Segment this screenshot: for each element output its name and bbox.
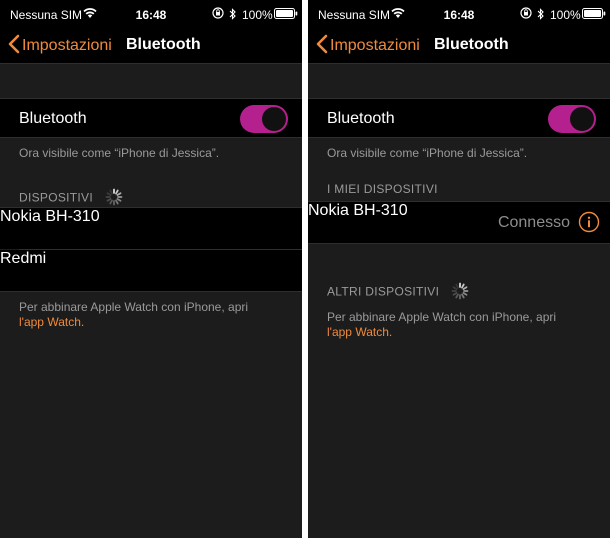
rotation-lock-icon bbox=[212, 7, 224, 22]
my-devices-section-header: I MIEI DISPOSITIVI bbox=[327, 182, 438, 196]
section-header-label: DISPOSITIVI bbox=[19, 190, 93, 205]
rotation-lock-icon bbox=[520, 7, 532, 22]
status-bar: Nessuna SIM 16:48 100% bbox=[308, 0, 610, 28]
device-row-nokia[interactable]: Nokia BH-310 bbox=[0, 208, 302, 249]
chevron-left-icon bbox=[8, 34, 20, 59]
toggle-knob bbox=[262, 107, 286, 131]
visibility-note: Ora visibile come “iPhone di Jessica”. bbox=[327, 146, 528, 160]
connection-status: Connesso bbox=[497, 214, 570, 231]
divider bbox=[308, 243, 610, 244]
watch-app-link[interactable]: l'app Watch. bbox=[19, 315, 288, 330]
navigation-bar: Impostazioni Bluetooth bbox=[308, 28, 610, 64]
bluetooth-row: Bluetooth bbox=[0, 98, 302, 138]
bluetooth-icon bbox=[229, 8, 237, 23]
toggle-knob bbox=[570, 107, 594, 131]
battery-icon bbox=[274, 8, 298, 22]
watch-app-link[interactable]: l'app Watch. bbox=[327, 325, 596, 340]
bluetooth-icon bbox=[537, 8, 545, 23]
back-label: Impostazioni bbox=[22, 37, 112, 54]
other-devices-section-header: ALTRI DISPOSITIVI bbox=[327, 282, 469, 303]
battery-percentage: 100% bbox=[242, 8, 273, 22]
chevron-left-icon bbox=[316, 34, 328, 59]
device-row-nokia[interactable]: Nokia BH-310 Connesso bbox=[308, 202, 610, 243]
back-button[interactable]: Impostazioni bbox=[8, 34, 112, 58]
visibility-note: Ora visibile come “iPhone di Jessica”. bbox=[19, 146, 220, 160]
spinner-icon bbox=[105, 188, 123, 209]
bluetooth-label: Bluetooth bbox=[19, 110, 87, 127]
device-name: Nokia BH-310 bbox=[0, 208, 100, 225]
battery-icon bbox=[582, 8, 606, 22]
watch-pairing-note: Per abbinare Apple Watch con iPhone, apr… bbox=[19, 300, 288, 330]
status-bar: Nessuna SIM 16:48 100% bbox=[0, 0, 302, 28]
bluetooth-row: Bluetooth bbox=[308, 98, 610, 138]
bluetooth-toggle[interactable] bbox=[240, 105, 288, 133]
screen-right: Nessuna SIM 16:48 100% Impostazioni Blue… bbox=[308, 0, 610, 538]
spinner-icon bbox=[451, 282, 469, 303]
back-button[interactable]: Impostazioni bbox=[316, 34, 420, 58]
device-name: Nokia BH-310 bbox=[308, 202, 408, 219]
info-icon[interactable] bbox=[578, 211, 600, 233]
watch-pairing-text: Per abbinare Apple Watch con iPhone, apr… bbox=[19, 300, 249, 314]
section-header-label: ALTRI DISPOSITIVI bbox=[327, 284, 440, 299]
divider bbox=[0, 291, 302, 292]
watch-pairing-text: Per abbinare Apple Watch con iPhone, apr… bbox=[327, 310, 557, 324]
navigation-bar: Impostazioni Bluetooth bbox=[0, 28, 302, 64]
bluetooth-label: Bluetooth bbox=[327, 110, 395, 127]
device-row-redmi[interactable]: Redmi bbox=[0, 250, 302, 291]
back-label: Impostazioni bbox=[330, 37, 420, 54]
page-title: Bluetooth bbox=[434, 36, 509, 53]
watch-pairing-note: Per abbinare Apple Watch con iPhone, apr… bbox=[327, 310, 596, 340]
bluetooth-toggle[interactable] bbox=[548, 105, 596, 133]
device-name: Redmi bbox=[0, 250, 47, 267]
screen-left: Nessuna SIM 16:48 100% Impostazioni Blue… bbox=[0, 0, 302, 538]
devices-section-header: DISPOSITIVI bbox=[19, 188, 123, 209]
battery-percentage: 100% bbox=[550, 8, 581, 22]
page-title: Bluetooth bbox=[126, 36, 201, 53]
